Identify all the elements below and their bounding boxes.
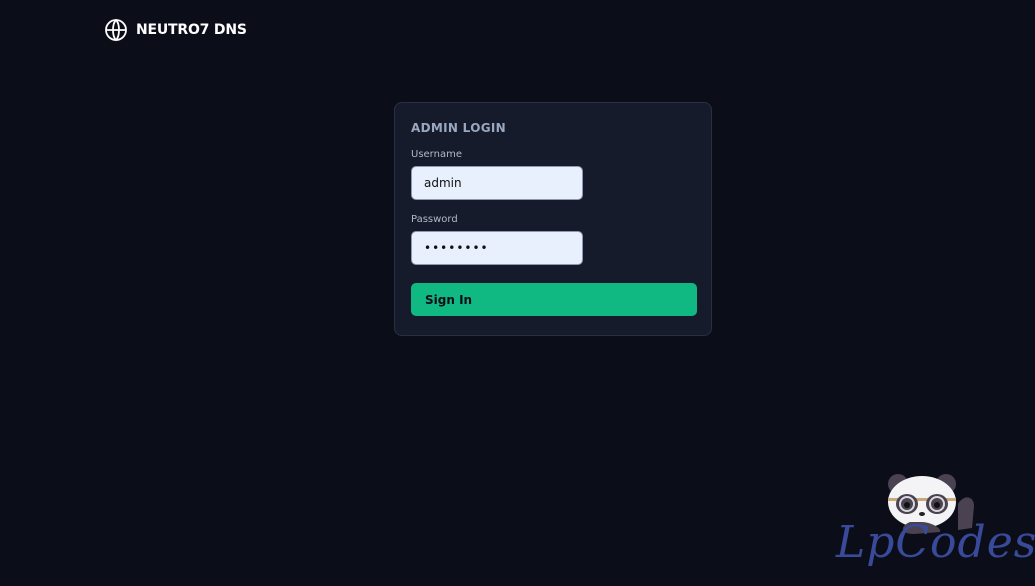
password-input[interactable] xyxy=(411,231,583,265)
brand[interactable]: NEUTRO7 DNS xyxy=(104,18,247,42)
globe-icon xyxy=(105,18,127,42)
username-input[interactable] xyxy=(411,166,583,200)
login-card: ADMIN LOGIN Username Password Sign In xyxy=(394,102,712,336)
username-label: Username xyxy=(411,149,462,160)
password-label: Password xyxy=(411,214,458,225)
username-group: Username xyxy=(411,149,695,200)
watermark: LpCodes xyxy=(830,468,1035,580)
login-title: ADMIN LOGIN xyxy=(411,121,506,135)
password-group: Password xyxy=(411,214,695,265)
watermark-text: LpCodes xyxy=(836,517,1035,568)
brand-name: NEUTRO7 DNS xyxy=(136,22,247,38)
sign-in-button[interactable]: Sign In xyxy=(411,283,697,316)
